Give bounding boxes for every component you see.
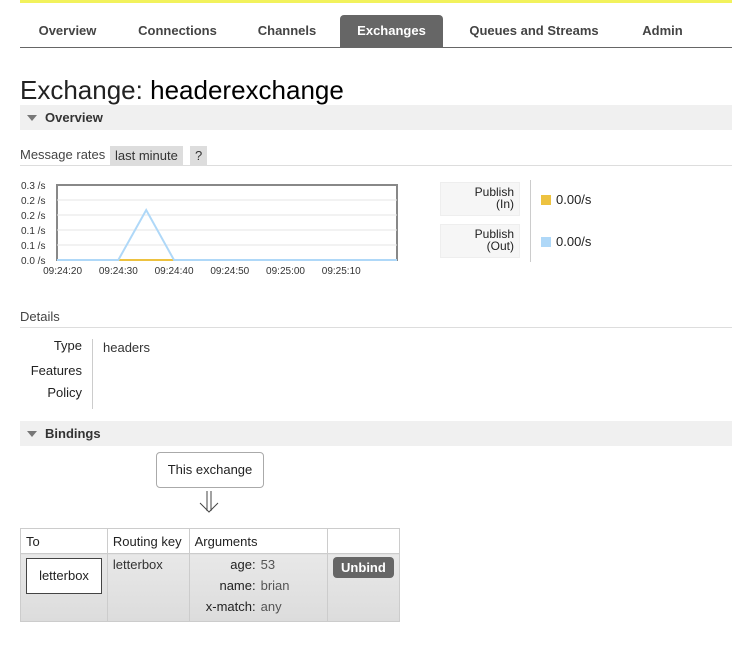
nav-tab-connections[interactable]: Connections xyxy=(120,15,235,47)
col-header-actions xyxy=(327,528,400,554)
details-heading: Details xyxy=(20,309,60,324)
bindings-table-header: To Routing key Arguments xyxy=(20,528,400,554)
overview-section-toggle[interactable]: Overview xyxy=(20,105,732,130)
publish-in-swatch xyxy=(541,195,551,205)
details-header: Details xyxy=(20,308,732,328)
binding-to-cell: letterbox xyxy=(20,553,108,622)
x-tick-label: 09:24:40 xyxy=(155,266,194,277)
down-arrow-icon xyxy=(199,491,219,513)
help-button[interactable]: ? xyxy=(190,146,208,165)
binding-queue-link[interactable]: letterbox xyxy=(26,558,102,594)
x-tick-label: 09:25:10 xyxy=(322,266,361,277)
argument-value: 53 xyxy=(260,557,276,572)
publish-out-swatch xyxy=(541,237,551,247)
top-accent-bar xyxy=(20,0,732,3)
argument-value: brian xyxy=(260,578,290,593)
binding-routing-key: letterbox xyxy=(112,557,163,572)
col-header-routing-key: Routing key xyxy=(106,528,190,554)
argument-row: age: 53 xyxy=(190,554,327,575)
exchange-name: headerexchange xyxy=(150,75,344,105)
publish-in-value: 0.00/s xyxy=(556,192,592,207)
bindings-section-label: Bindings xyxy=(45,426,101,441)
publish-in-label-line2: (In) xyxy=(496,197,514,211)
nav-tab-queues-and-streams[interactable]: Queues and Streams xyxy=(456,15,612,47)
binding-actions-cell: Unbind xyxy=(327,553,400,622)
col-header-to: To xyxy=(20,528,108,554)
main-nav: Overview Connections Channels Exchanges … xyxy=(20,15,732,48)
message-rates-label: Message rates xyxy=(20,147,106,162)
publish-out-label: Publish (Out) xyxy=(440,224,520,258)
this-exchange-node: This exchange xyxy=(156,452,264,488)
overview-section-label: Overview xyxy=(45,110,103,125)
collapse-triangle-icon xyxy=(27,431,37,437)
detail-label-policy: Policy xyxy=(47,385,82,400)
message-rates-chart-svg: 0.3 /s0.2 /s0.2 /s0.1 /s0.1 /s0.0 /s09:2… xyxy=(21,181,398,277)
x-tick-label: 09:24:30 xyxy=(99,266,138,277)
page-title: Exchange: headerexchange xyxy=(20,74,344,106)
unbind-button[interactable]: Unbind xyxy=(333,557,394,578)
detail-value-type: headers xyxy=(103,340,150,355)
bindings-table: To Routing key Arguments letterbox lette… xyxy=(20,528,400,622)
x-tick-label: 09:24:20 xyxy=(43,266,82,277)
argument-key: name: xyxy=(219,578,256,593)
nav-tab-admin[interactable]: Admin xyxy=(630,15,695,47)
publish-out-label-line2: (Out) xyxy=(486,239,514,253)
nav-tab-channels[interactable]: Channels xyxy=(242,15,332,47)
nav-tab-exchanges[interactable]: Exchanges xyxy=(340,15,443,47)
page-title-prefix: Exchange: xyxy=(20,75,143,105)
detail-label-type: Type xyxy=(53,338,82,353)
collapse-triangle-icon xyxy=(27,115,37,121)
range-select-last-minute[interactable]: last minute xyxy=(110,146,183,165)
y-tick-label: 0.1 /s xyxy=(21,241,45,252)
argument-key: age: xyxy=(230,557,256,572)
col-header-arguments: Arguments xyxy=(188,528,329,554)
bindings-section-toggle[interactable]: Bindings xyxy=(20,421,732,446)
nav-tab-overview[interactable]: Overview xyxy=(20,15,115,47)
table-row: letterbox letterbox age: 53 name: brian x-… xyxy=(20,553,400,622)
binding-routing-key-cell: letterbox xyxy=(106,553,190,622)
publish-in-label: Publish (In) xyxy=(440,182,520,216)
y-tick-label: 0.0 /s xyxy=(21,256,45,267)
y-tick-label: 0.2 /s xyxy=(21,211,45,222)
argument-row: name: brian xyxy=(190,575,327,596)
binding-arguments-cell: age: 53 name: brian x-match: any xyxy=(188,553,329,622)
rates-divider xyxy=(530,180,531,262)
x-tick-label: 09:25:00 xyxy=(266,266,305,277)
detail-label-features: Features xyxy=(30,363,82,378)
y-tick-label: 0.3 /s xyxy=(21,181,45,192)
chart-plot-area xyxy=(56,184,398,261)
argument-key: x-match: xyxy=(205,599,256,614)
publish-out-value: 0.00/s xyxy=(556,234,592,249)
message-rates-chart: 0.3 /s 0.2 /s 0.2 /s 0.1 /s 0.1 /s 0.0 /s 09:2… xyxy=(20,178,400,278)
x-tick-label: 09:24:50 xyxy=(210,266,249,277)
argument-value: any xyxy=(260,599,282,614)
argument-row: x-match: any xyxy=(190,596,327,617)
y-tick-label: 0.1 /s xyxy=(21,226,45,237)
y-tick-label: 0.2 /s xyxy=(21,196,45,207)
details-divider xyxy=(92,339,93,409)
